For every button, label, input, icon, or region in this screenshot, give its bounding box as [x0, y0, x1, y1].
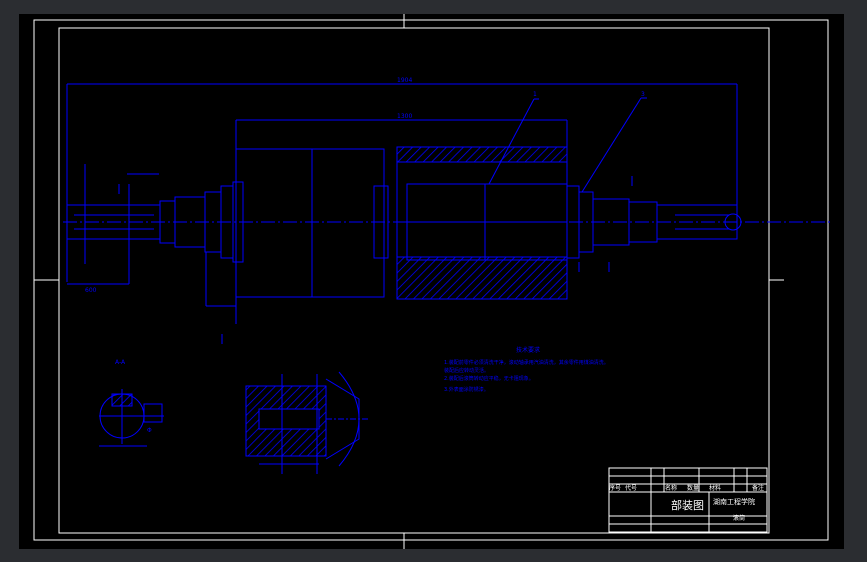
shaft-assembly [63, 83, 831, 344]
header-cell: 备注 [752, 484, 764, 492]
leader-label-1: 1 [533, 91, 537, 98]
section-label: A-A [115, 359, 126, 366]
note-line: 1.装配前零件必须清洗干净，滚动轴承用汽油清洗，其余零件用煤油清洗。 [444, 359, 609, 366]
note-line: 2.装配后滚筒转动应平稳，无卡阻现象。 [444, 375, 534, 382]
drawing-sheet: 1904 1300 600 1 3 A-A Φ 技术要求 1.装配前零件必须清洗… [19, 14, 844, 549]
drawing-name: 部装图 [671, 498, 704, 512]
leader-label-2: 3 [641, 91, 645, 98]
school-name: 湖南工程学院 [713, 497, 755, 506]
header-cell: 名称 [665, 484, 677, 492]
dimension-labels: 1904 1300 600 1 3 A-A Φ [85, 77, 645, 434]
notes-title: 技术要求 [516, 346, 540, 354]
left-length-dim: 600 [85, 287, 97, 294]
diameter-label: Φ [147, 427, 152, 434]
note-line: 装配后应转动灵活。 [444, 367, 489, 374]
technical-notes: 技术要求 1.装配前零件必须清洗干净，滚动轴承用汽油清洗，其余零件用煤油清洗。 … [444, 346, 609, 393]
drawing-canvas: 1904 1300 600 1 3 A-A Φ 技术要求 1.装配前零件必须清洗… [33, 14, 831, 549]
part-name: 滚筒 [733, 514, 745, 522]
header-cell: 代号 [625, 484, 637, 492]
cad-viewport[interactable]: 1904 1300 600 1 3 A-A Φ 技术要求 1.装配前零件必须清洗… [0, 0, 867, 562]
note-line: 3.外表面涂防锈漆。 [444, 386, 489, 393]
middle-length-dim: 1300 [397, 113, 412, 120]
section-view [99, 389, 164, 447]
header-cell: 序号 [609, 484, 621, 492]
header-cell: 数量 [687, 484, 699, 492]
overall-length-dim: 1904 [397, 77, 412, 84]
detail-view [245, 371, 369, 474]
header-cell: 材料 [709, 484, 721, 492]
